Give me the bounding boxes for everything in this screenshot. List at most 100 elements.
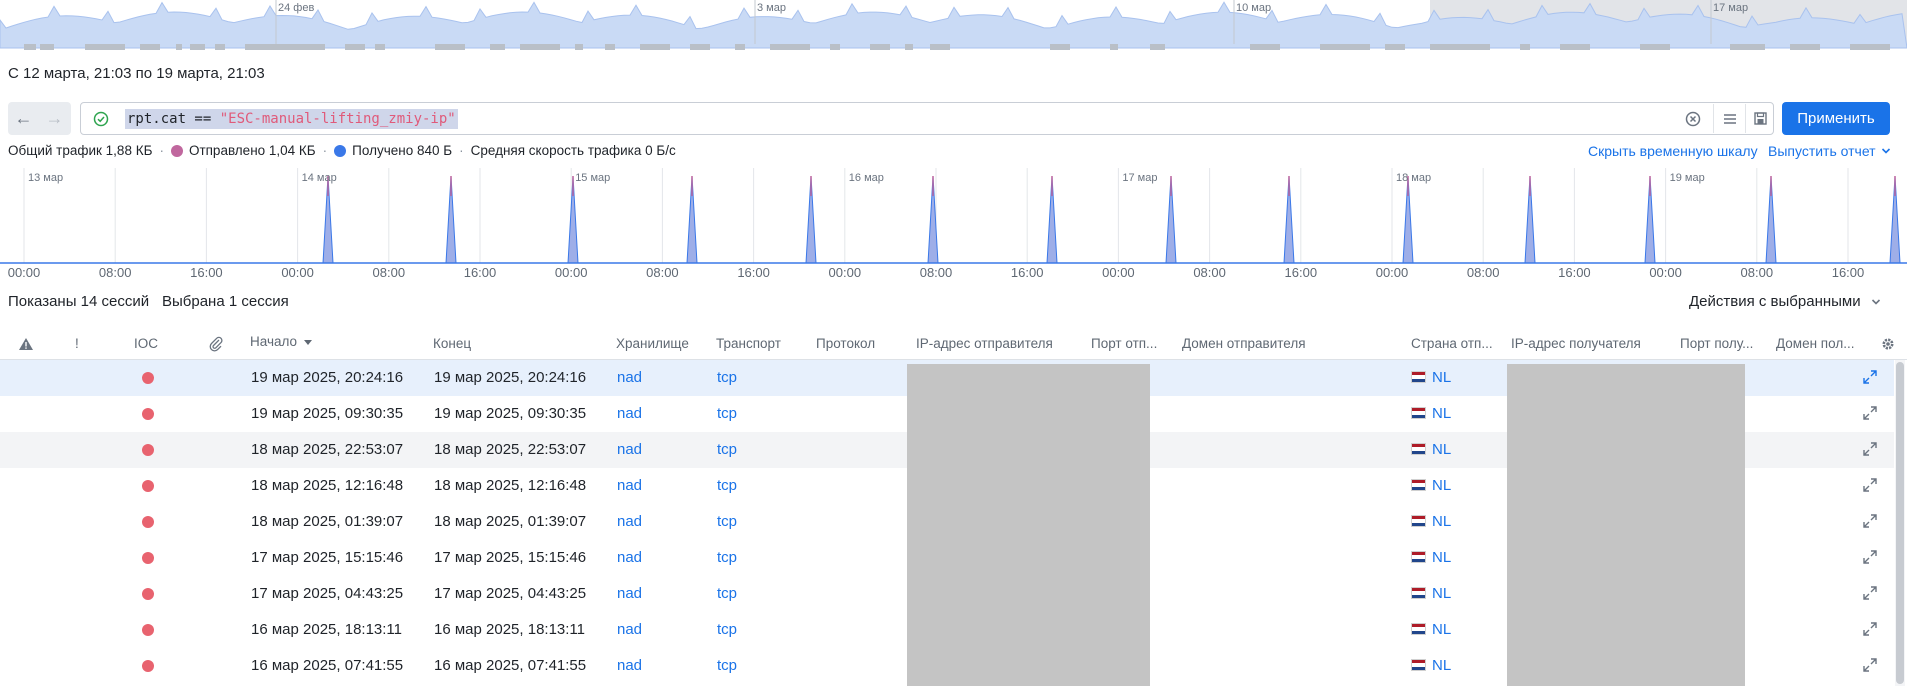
cell-country-link[interactable]: NL <box>1432 405 1451 422</box>
column-ioc[interactable]: IOC <box>134 336 158 351</box>
ioc-indicator <box>142 480 154 492</box>
table-scrollbar[interactable] <box>1895 360 1905 686</box>
selection-actions-dropdown[interactable]: Действия с выбранными <box>1689 293 1881 310</box>
cell-country-link[interactable]: NL <box>1432 441 1451 458</box>
cell-country-link[interactable]: NL <box>1432 585 1451 602</box>
nl-flag-icon <box>1411 551 1426 563</box>
expand-icon[interactable] <box>1862 513 1878 529</box>
cell-transport-link[interactable]: tcp <box>717 441 737 458</box>
expand-icon[interactable] <box>1862 585 1878 601</box>
cell-storage-link[interactable]: nad <box>617 657 642 674</box>
column-src-country[interactable]: Страна отп... <box>1411 336 1493 351</box>
overview-activity-bar <box>490 44 505 50</box>
forward-button[interactable]: → <box>39 102 70 135</box>
cell-transport-link[interactable]: tcp <box>717 621 737 638</box>
timeline-hour-label: 08:00 <box>1467 265 1500 280</box>
cell-country-link[interactable]: NL <box>1432 369 1451 386</box>
cell-country-link[interactable]: NL <box>1432 513 1451 530</box>
cell-transport-link[interactable]: tcp <box>717 549 737 566</box>
timeline-hour-label: 00:00 <box>8 265 41 280</box>
column-protocol[interactable]: Протокол <box>816 336 875 351</box>
expand-icon[interactable] <box>1862 549 1878 565</box>
timeline-hour-label: 08:00 <box>920 265 953 280</box>
cell-transport-link[interactable]: tcp <box>717 405 737 422</box>
sort-desc-icon <box>303 340 312 345</box>
cell-storage-link[interactable]: nad <box>617 585 642 602</box>
apply-button[interactable]: Применить <box>1782 102 1890 135</box>
column-end[interactable]: Конец <box>433 336 471 351</box>
clear-icon[interactable] <box>1685 111 1701 127</box>
gear-icon[interactable] <box>1881 337 1895 351</box>
cell-country-link[interactable]: NL <box>1432 549 1451 566</box>
cell-start: 16 мар 2025, 18:13:11 <box>251 621 402 638</box>
cell-transport-link[interactable]: tcp <box>717 477 737 494</box>
column-transport[interactable]: Транспорт <box>716 336 781 351</box>
overview-activity-bar <box>140 44 160 50</box>
cell-transport-link[interactable]: tcp <box>717 513 737 530</box>
column-src-domain[interactable]: Домен отправителя <box>1182 336 1306 351</box>
overview-activity-bar <box>1385 44 1405 50</box>
cell-storage-link[interactable]: nad <box>617 513 642 530</box>
timeline-hour-label: 16:00 <box>190 265 223 280</box>
cell-storage-link[interactable]: nad <box>617 369 642 386</box>
session-timeline[interactable]: 13 мар 14 мар 15 мар 16 мар 17 мар 18 мар 19 м… <box>0 166 1907 282</box>
ioc-indicator <box>142 552 154 564</box>
expand-icon[interactable] <box>1862 441 1878 457</box>
expand-icon[interactable] <box>1862 621 1878 637</box>
avg-speed: Средняя скорость трафика 0 Б/с <box>470 143 676 158</box>
overview-activity-bar <box>1640 44 1670 50</box>
hide-timeline-link[interactable]: Скрыть временную шкалу <box>1588 143 1758 159</box>
back-button[interactable]: ← <box>8 102 39 135</box>
report-dropdown[interactable]: Выпустить отчет <box>1768 143 1891 159</box>
ioc-indicator <box>142 624 154 636</box>
timeline-hour-label: 00:00 <box>1102 265 1135 280</box>
timeline-hour-labels: 00:00 08:00 16:00 00:00 08:00 16:00 00:00 08:00… <box>8 265 1865 280</box>
paperclip-icon[interactable] <box>209 336 223 352</box>
cell-storage-link[interactable]: nad <box>617 441 642 458</box>
query-menu-button[interactable] <box>1713 104 1745 133</box>
column-storage[interactable]: Хранилище <box>616 336 689 351</box>
cell-storage-link[interactable]: nad <box>617 621 642 638</box>
overview-timeline[interactable]: 24 фев 3 мар 10 мар 17 мар <box>0 0 1907 52</box>
cell-storage-link[interactable]: nad <box>617 477 642 494</box>
query-text[interactable]: rpt.cat == "ESC-manual-lifting_zmiy-ip" <box>125 109 458 129</box>
column-dst-port[interactable]: Порт полу... <box>1680 336 1753 351</box>
query-key: rpt.cat == <box>127 111 220 127</box>
redacted-src-ip <box>907 364 1150 686</box>
cell-country-link[interactable]: NL <box>1432 477 1451 494</box>
overview-activity-bar <box>215 44 225 50</box>
scrollbar-thumb[interactable] <box>1896 362 1904 684</box>
expand-icon[interactable] <box>1862 405 1878 421</box>
query-input[interactable]: rpt.cat == "ESC-manual-lifting_zmiy-ip" <box>80 102 1774 135</box>
cell-start: 19 мар 2025, 20:24:16 <box>251 369 404 386</box>
ioc-indicator <box>142 588 154 600</box>
cell-storage-link[interactable]: nad <box>617 549 642 566</box>
cell-storage-link[interactable]: nad <box>617 405 642 422</box>
timeline-hour-label: 08:00 <box>1741 265 1774 280</box>
warning-icon[interactable] <box>18 337 34 351</box>
column-dst-domain[interactable]: Домен пол... <box>1776 336 1854 351</box>
expand-icon[interactable] <box>1862 477 1878 493</box>
cell-end: 18 мар 2025, 01:39:07 <box>434 513 587 530</box>
column-start[interactable]: Начало <box>250 334 312 349</box>
cell-transport-link[interactable]: tcp <box>717 369 737 386</box>
expand-icon[interactable] <box>1862 657 1878 673</box>
cell-transport-link[interactable]: tcp <box>717 585 737 602</box>
cell-country-link[interactable]: NL <box>1432 657 1451 674</box>
nl-flag-icon <box>1411 659 1426 671</box>
column-dst-ip[interactable]: IP-адрес получателя <box>1511 336 1641 351</box>
cell-end: 17 мар 2025, 04:43:25 <box>434 585 587 602</box>
query-save-button[interactable] <box>1745 104 1775 133</box>
overview-activity-bar <box>1110 44 1118 50</box>
overview-activity-bar <box>575 44 583 50</box>
cell-start: 18 мар 2025, 12:16:48 <box>251 477 404 494</box>
timeline-hour-label: 16:00 <box>1011 265 1044 280</box>
column-priority[interactable]: ! <box>75 336 79 351</box>
cell-country-link[interactable]: NL <box>1432 621 1451 638</box>
cell-transport-link[interactable]: tcp <box>717 657 737 674</box>
expand-icon[interactable] <box>1862 369 1878 385</box>
column-src-port[interactable]: Порт отп... <box>1091 336 1157 351</box>
column-src-ip[interactable]: IP-адрес отправителя <box>916 336 1053 351</box>
overview-activity-bar <box>830 44 840 50</box>
overview-label: 24 фев <box>278 2 315 14</box>
